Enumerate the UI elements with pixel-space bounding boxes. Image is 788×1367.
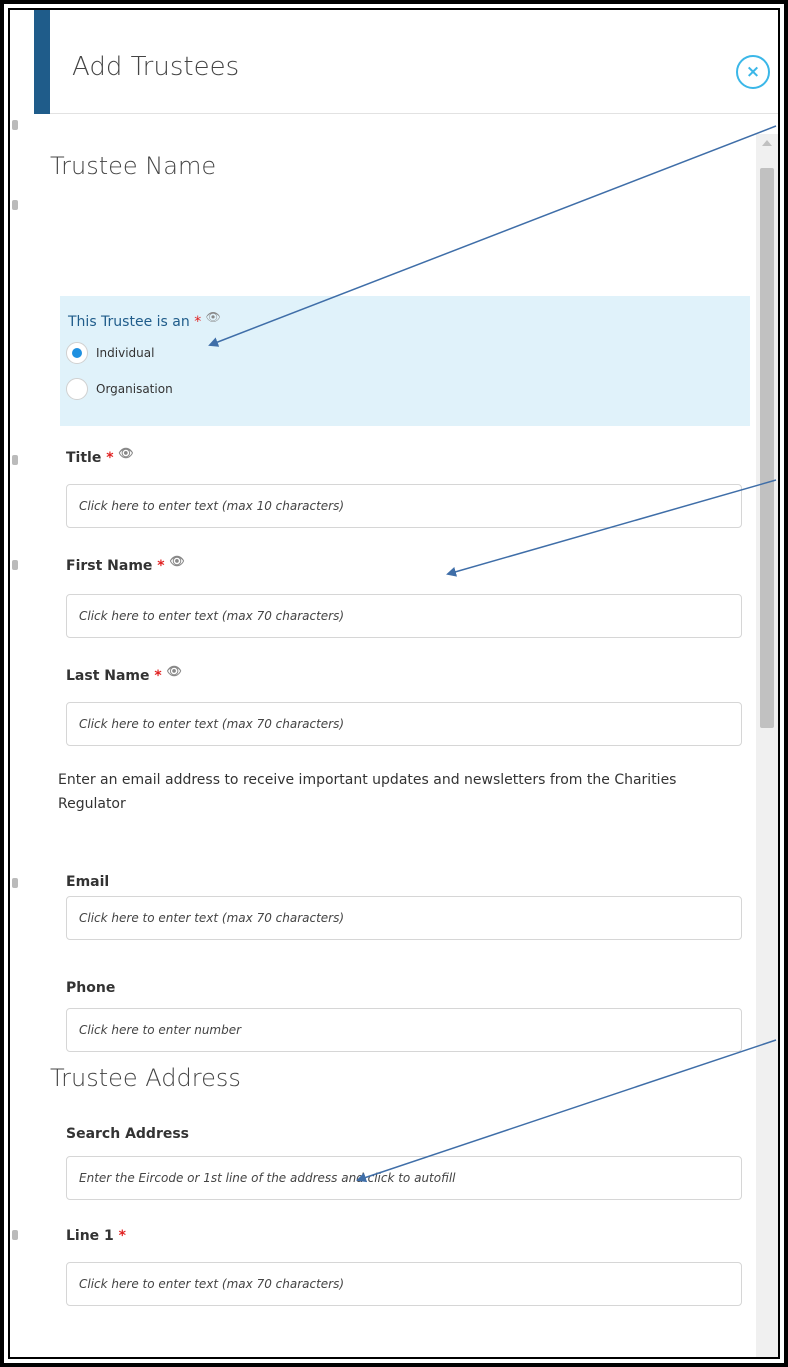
required-marker: * [194, 314, 202, 330]
scrollbar-thumb[interactable] [760, 168, 774, 728]
email-label: Email [66, 874, 110, 890]
panel-title: Add Trustees [72, 52, 240, 82]
eye-icon: 👁 [118, 446, 134, 460]
form-content: Trustee Name This Trustee is an * 👁 Indi… [50, 114, 752, 1357]
first-name-input[interactable] [66, 594, 742, 638]
eye-icon: 👁 [205, 310, 221, 324]
trustee-type-label-text: This Trustee is an [68, 314, 190, 330]
required-marker: * [106, 450, 114, 466]
background-mark [12, 1230, 18, 1240]
search-address-label: Search Address [66, 1126, 190, 1142]
line1-input[interactable] [66, 1262, 742, 1306]
last-name-input[interactable] [66, 702, 742, 746]
phone-input[interactable] [66, 1008, 742, 1052]
radio-option-individual[interactable]: Individual [66, 342, 154, 364]
email-input[interactable] [66, 896, 742, 940]
background-mark [12, 560, 18, 570]
radio-option-label: Organisation [96, 382, 173, 396]
eye-icon: 👁 [166, 664, 182, 678]
line1-label: Line 1 * [66, 1228, 126, 1244]
radio-button-unselected[interactable] [66, 378, 88, 400]
first-name-label-text: First Name [66, 558, 153, 574]
close-button[interactable]: × [736, 55, 770, 89]
header-accent-bar [34, 10, 50, 114]
background-mark [12, 455, 18, 465]
modal-window: Add Trustees × Trustee Name This Trustee… [8, 8, 780, 1359]
trustee-type-group: This Trustee is an * 👁 Individual Organi… [60, 296, 750, 426]
email-notice-text: Enter an email address to receive import… [58, 772, 677, 812]
first-name-label: First Name * 👁 [66, 554, 185, 574]
background-page-edge [10, 10, 34, 1357]
screenshot-frame: Add Trustees × Trustee Name This Trustee… [0, 0, 788, 1367]
radio-option-label: Individual [96, 346, 155, 360]
background-mark [12, 878, 18, 888]
line1-label-text: Line 1 [66, 1228, 114, 1244]
last-name-label: Last Name * 👁 [66, 664, 182, 684]
radio-button-selected[interactable] [66, 342, 88, 364]
panel-header: Add Trustees × [50, 10, 778, 114]
phone-label: Phone [66, 980, 116, 996]
required-marker: * [157, 558, 165, 574]
title-label: Title * 👁 [66, 446, 134, 466]
background-mark [12, 200, 18, 210]
vertical-scrollbar[interactable] [756, 134, 778, 1357]
title-input[interactable] [66, 484, 742, 528]
title-label-text: Title [66, 450, 102, 466]
search-address-input[interactable] [66, 1156, 742, 1200]
background-mark [12, 120, 18, 130]
eye-icon: 👁 [169, 554, 185, 568]
required-marker: * [118, 1228, 126, 1244]
trustee-address-heading: Trustee Address [50, 1064, 241, 1092]
last-name-label-text: Last Name [66, 668, 150, 684]
scroll-up-arrow-icon[interactable] [762, 140, 772, 146]
required-marker: * [154, 668, 162, 684]
close-icon: × [745, 62, 761, 82]
trustee-name-heading: Trustee Name [50, 152, 217, 180]
trustee-type-label: This Trustee is an * 👁 [68, 310, 221, 330]
radio-option-organisation[interactable]: Organisation [66, 378, 173, 400]
